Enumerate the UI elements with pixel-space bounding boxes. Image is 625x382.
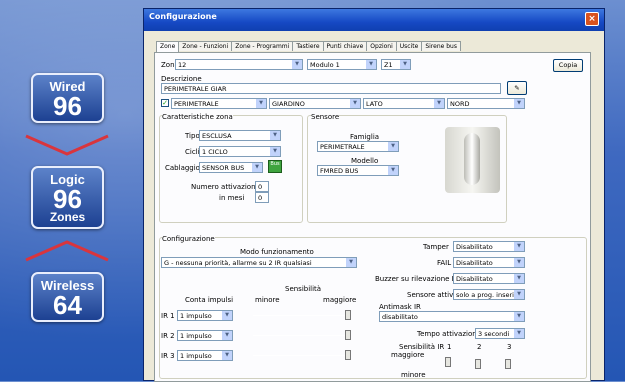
col1-label: 1 bbox=[447, 343, 452, 351]
tab-opzioni[interactable]: Opzioni bbox=[366, 41, 397, 51]
fail-label: FAIL bbox=[437, 259, 452, 267]
tab-tastiere[interactable]: Tastiere bbox=[292, 41, 324, 51]
maggiore2-label: maggiore bbox=[391, 351, 425, 359]
ir3-select[interactable]: 1 impulso bbox=[177, 350, 233, 361]
modello-label: Modello bbox=[351, 157, 379, 165]
buzzer-select[interactable]: Disabilitato bbox=[453, 273, 525, 284]
ir3-slider-thumb[interactable] bbox=[345, 350, 351, 360]
sensibilita-ir-label: Sensibilità IR bbox=[399, 343, 445, 351]
sens-col1-thumb[interactable] bbox=[445, 357, 451, 367]
zona-select[interactable]: 12 bbox=[175, 59, 303, 70]
antimask-label: Antimask IR bbox=[379, 303, 421, 311]
ir1-slider[interactable] bbox=[253, 315, 345, 316]
ir2-select[interactable]: 1 impulso bbox=[177, 330, 233, 341]
descrizione-checkbox[interactable]: ✓ bbox=[161, 99, 169, 107]
ir3-slider[interactable] bbox=[253, 355, 345, 356]
sensor-image bbox=[445, 127, 500, 193]
close-button[interactable]: × bbox=[585, 12, 599, 26]
sensore-title: Sensore bbox=[311, 113, 340, 121]
mesi-input[interactable]: 0 bbox=[255, 192, 269, 203]
cicli-label: Cicli bbox=[185, 148, 200, 156]
descr-field-3[interactable]: LATO bbox=[363, 98, 445, 109]
cablaggio-select[interactable]: SENSOR BUS bbox=[199, 162, 263, 173]
modo-select[interactable]: G - nessuna priorità, allarme su 2 IR qu… bbox=[161, 257, 357, 268]
configurazione-title: Configurazione bbox=[162, 235, 215, 243]
tab-strip: Zone Zone - Funzioni Zone - Programmi Ta… bbox=[156, 41, 461, 52]
badge-logic-sub: Zones bbox=[49, 210, 86, 224]
caratteristiche-title: Caratteristiche zona bbox=[162, 113, 233, 121]
chevron-up-icon bbox=[25, 240, 109, 262]
col3-label: 3 bbox=[507, 343, 512, 351]
ir1-label: IR 1 bbox=[161, 312, 175, 320]
modo-label: Modo funzionamento bbox=[240, 248, 314, 256]
chevron-down-icon bbox=[25, 134, 109, 156]
mesi-label: in mesi bbox=[219, 194, 245, 202]
ir2-slider-thumb[interactable] bbox=[345, 330, 351, 340]
config-window: Configurazione × Zone Zone - Funzioni Zo… bbox=[143, 8, 605, 382]
window-title: Configurazione bbox=[149, 12, 217, 21]
tab-zone[interactable]: Zone bbox=[156, 41, 180, 52]
tab-uscite[interactable]: Uscite bbox=[395, 41, 423, 51]
antimask-select[interactable]: disabilitato bbox=[379, 311, 525, 322]
badge-wired: Wired 96 bbox=[31, 73, 104, 123]
cicli-select[interactable]: 1 CICLO bbox=[199, 146, 281, 157]
ir3-label: IR 3 bbox=[161, 352, 175, 360]
z-select[interactable]: Z1 bbox=[381, 59, 411, 70]
badge-wireless: Wireless 64 bbox=[31, 272, 104, 322]
fail-select[interactable]: Disabilitato bbox=[453, 257, 525, 268]
tipo-select[interactable]: ESCLUSA bbox=[199, 130, 281, 141]
sensore-attivo-select[interactable]: solo a prog. inseriti bbox=[453, 289, 525, 300]
tamper-select[interactable]: Disabilitato bbox=[453, 241, 525, 252]
descr-field-2[interactable]: GIARDINO bbox=[269, 98, 361, 109]
descr-field-4[interactable]: NORD bbox=[447, 98, 525, 109]
tipo-label: Tipo bbox=[185, 132, 200, 140]
sens-col2-thumb[interactable] bbox=[475, 359, 481, 369]
bus-config-button[interactable]: Bus bbox=[268, 160, 282, 173]
modello-select[interactable]: FMRED BUS bbox=[317, 165, 399, 176]
badge-wireless-value: 64 bbox=[53, 290, 82, 320]
sensore-attivo-label: Sensore attivo bbox=[407, 291, 458, 299]
famiglia-select[interactable]: PERIMETRALE bbox=[317, 141, 399, 152]
tempo-label: Tempo attivazione bbox=[417, 330, 481, 338]
minore2-label: minore bbox=[401, 371, 426, 379]
numero-attivazioni-label: Numero attivazioni bbox=[191, 183, 258, 191]
modulo-select[interactable]: Modulo 1 bbox=[307, 59, 377, 70]
badge-logic: Logic 96 Zones bbox=[31, 166, 104, 229]
ir2-slider[interactable] bbox=[253, 335, 345, 336]
minore-label: minore bbox=[255, 296, 280, 304]
copia-button[interactable]: Copia bbox=[553, 59, 583, 72]
famiglia-label: Famiglia bbox=[350, 133, 380, 141]
numero-attivazioni-input[interactable]: 0 bbox=[255, 181, 269, 192]
tab-punti-chiave[interactable]: Punti chiave bbox=[322, 41, 368, 51]
tab-sirene-bus[interactable]: Sirene bus bbox=[421, 41, 461, 51]
buzzer-label: Buzzer su rilevazione IR bbox=[375, 275, 459, 283]
sensibilita-label: Sensibilità bbox=[285, 285, 322, 293]
title-bar: Configurazione × bbox=[144, 9, 604, 31]
ir2-label: IR 2 bbox=[161, 332, 175, 340]
ir1-slider-thumb[interactable] bbox=[345, 310, 351, 320]
ir1-select[interactable]: 1 impulso bbox=[177, 310, 233, 321]
cablaggio-label: Cablaggio bbox=[165, 164, 200, 172]
sens-col3-thumb[interactable] bbox=[505, 359, 511, 369]
tempo-select[interactable]: 3 secondi bbox=[475, 328, 525, 339]
tab-zone-funzioni[interactable]: Zone - Funzioni bbox=[178, 41, 233, 51]
zone-panel: Zona 12 Modulo 1 Z1 Copia Descrizione PE… bbox=[154, 52, 591, 382]
maggiore-label: maggiore bbox=[323, 296, 357, 304]
edit-button[interactable]: ✎ bbox=[507, 81, 527, 95]
descr-field-1[interactable]: PERIMETRALE bbox=[171, 98, 267, 109]
col2-label: 2 bbox=[477, 343, 482, 351]
badge-wired-value: 96 bbox=[53, 91, 82, 121]
conta-impulsi-label: Conta impulsi bbox=[185, 296, 234, 304]
descrizione-input[interactable]: PERIMETRALE GIAR bbox=[161, 83, 501, 94]
tamper-label: Tamper bbox=[423, 243, 449, 251]
tab-zone-programmi[interactable]: Zone - Programmi bbox=[231, 41, 294, 51]
descrizione-label: Descrizione bbox=[161, 75, 202, 83]
badge-logic-value: 96 bbox=[53, 184, 82, 214]
